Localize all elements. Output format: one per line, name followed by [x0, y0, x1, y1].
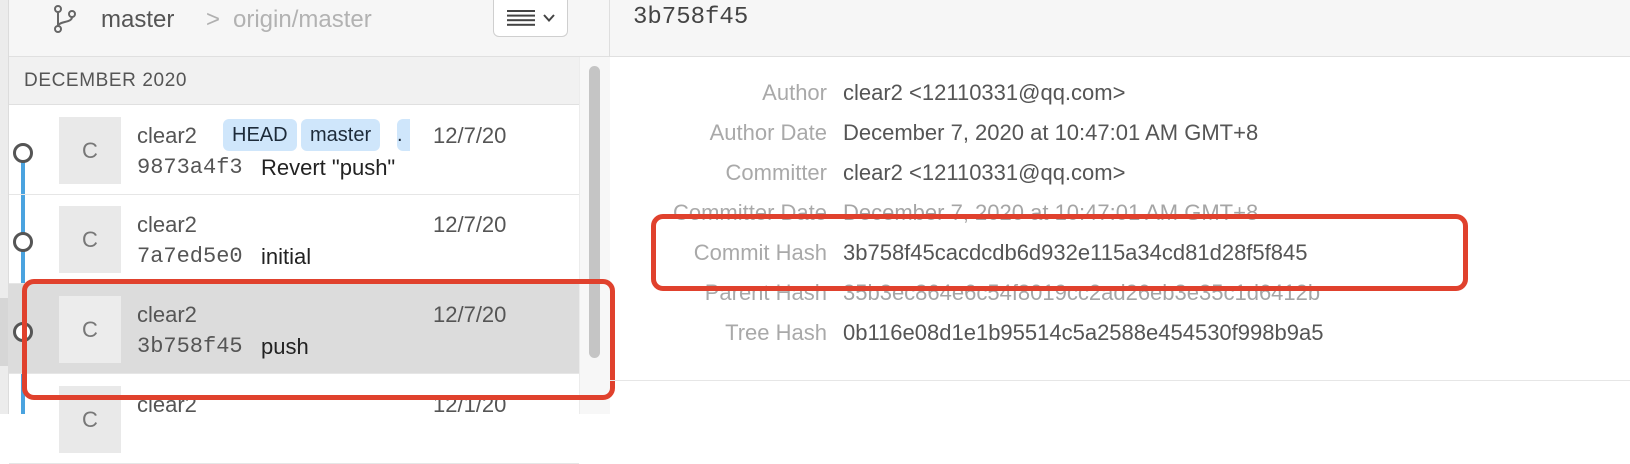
commit-author: clear2	[137, 212, 197, 237]
branch-bar: master > origin/master	[9, 0, 609, 57]
value-author-date: December 7, 2020 at 10:47:01 AM GMT+8	[843, 120, 1259, 145]
list-view-icon	[507, 10, 535, 26]
avatar: C	[59, 206, 121, 273]
commit-short-hash: 7a7ed5e0	[137, 244, 243, 269]
branch-icon	[54, 5, 76, 33]
month-section-header: DECEMBER 2020	[9, 57, 579, 105]
chevron-right-icon: >	[206, 6, 221, 33]
label-author: Author	[762, 80, 827, 105]
commit-message: Revert "push"	[261, 155, 396, 180]
value-author[interactable]: clear2 <12110331@qq.com>	[843, 80, 1125, 106]
detail-labels: Author Author Date Committer Committer D…	[600, 0, 827, 414]
highlight-box-selected-commit	[22, 279, 615, 400]
ref-tag-master[interactable]: master	[301, 119, 381, 151]
view-options-button[interactable]	[493, 0, 568, 37]
commit-short-hash: 9873a4f3	[137, 155, 243, 180]
value-committer[interactable]: clear2 <12110331@qq.com>	[843, 160, 1125, 186]
ref-tag-head[interactable]: HEAD	[223, 119, 297, 151]
commit-row[interactable]: C clear2 HEAD master . 12/7/20 9873a4f3 …	[9, 105, 579, 195]
avatar: C	[59, 117, 121, 184]
chevron-down-icon	[543, 14, 555, 22]
commit-node-icon	[13, 143, 33, 163]
label-tree-hash: Tree Hash	[725, 320, 827, 345]
commit-message: initial	[261, 244, 312, 269]
current-branch[interactable]: master	[101, 6, 174, 34]
label-committer: Committer	[725, 160, 827, 185]
commit-author: clear2	[137, 123, 197, 148]
remote-branch[interactable]: origin/master	[233, 6, 372, 34]
highlight-box-commit-hash	[651, 214, 1468, 291]
commit-date: 12/7/20	[433, 212, 507, 237]
value-tree-hash[interactable]: 0b116e08d1e1b95514c5a2588e454530f998b9a5	[843, 320, 1323, 346]
window-edge-selection	[0, 298, 8, 366]
label-author-date: Author Date	[709, 120, 827, 145]
ref-tag-overflow[interactable]: .	[397, 119, 410, 151]
commit-node-icon	[13, 232, 33, 252]
detail-divider	[610, 380, 1630, 381]
section-header-label: DECEMBER 2020	[24, 70, 188, 91]
commit-row[interactable]: C clear2 12/7/20 7a7ed5e0 initial	[9, 194, 579, 284]
commit-date: 12/7/20	[433, 123, 507, 148]
